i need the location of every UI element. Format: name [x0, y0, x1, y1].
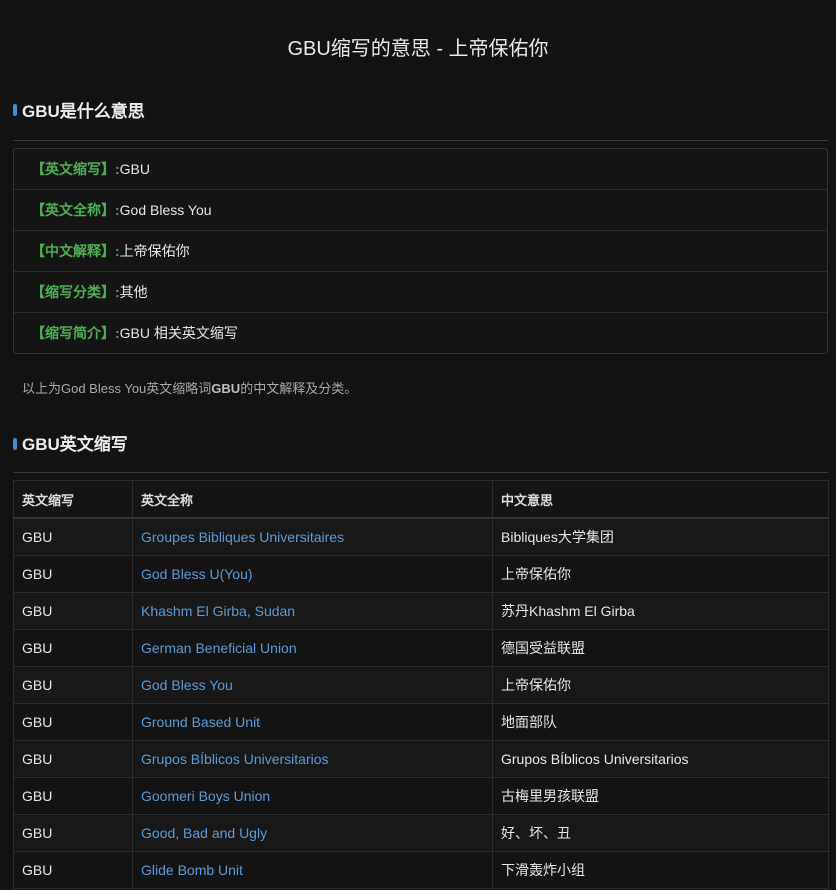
- summary-text: 以上为God Bless You英文缩略词GBU的中文解释及分类。: [22, 380, 357, 398]
- table-row: GBU God Bless You 上帝保佑你: [13, 666, 829, 704]
- cell-abbr: GBU: [13, 555, 133, 593]
- definition-row-abbr: 【英文缩写】 : GBU: [14, 149, 827, 190]
- page-title: GBU缩写的意思 - 上帝保佑你: [287, 38, 549, 60]
- cell-fullname-link[interactable]: God Bless You: [132, 666, 493, 704]
- cell-fullname-link[interactable]: Glide Bomb Unit: [132, 851, 493, 889]
- cell-meaning: 苏丹Khashm El Girba: [492, 592, 829, 630]
- table-row: GBU Khashm El Girba, Sudan 苏丹Khashm El G…: [13, 592, 829, 630]
- definition-row-category: 【缩写分类】 : 其他: [14, 272, 827, 313]
- summary-post: 的中文解释及分类。: [240, 381, 358, 396]
- cell-abbr: GBU: [13, 740, 133, 778]
- table-row: GBU Groupes Bibliques Universitaires Bib…: [13, 517, 829, 556]
- cell-abbr: GBU: [13, 517, 133, 556]
- summary-pre: 以上为God Bless You英文缩略词: [22, 381, 212, 396]
- definition-row-chinese: 【中文解释】 : 上帝保佑你: [14, 231, 827, 272]
- cell-meaning: Grupos BÍblicos Universitarios: [492, 740, 829, 778]
- section-accent-bar: [13, 438, 17, 450]
- cell-abbr: GBU: [13, 666, 133, 704]
- definition-value: GBU: [119, 161, 151, 177]
- cell-abbr: GBU: [13, 851, 133, 889]
- cell-fullname-link[interactable]: Ground Based Unit: [132, 703, 493, 741]
- table-row: GBU Ground Based Unit 地面部队: [13, 703, 829, 741]
- definition-label: 【中文解释】: [31, 243, 115, 259]
- cell-abbr: GBU: [13, 629, 133, 667]
- cell-fullname-link[interactable]: Good, Bad and Ugly: [132, 814, 493, 852]
- definition-value: 其他: [119, 284, 148, 300]
- cell-fullname-link[interactable]: German Beneficial Union: [132, 629, 493, 667]
- column-header-fullname: 英文全称: [132, 480, 493, 519]
- definition-value: 上帝保佑你: [119, 243, 190, 259]
- cell-meaning: Bibliques大学集团: [492, 517, 829, 556]
- cell-meaning: 德国受益联盟: [492, 629, 829, 667]
- summary-term: GBU: [211, 381, 241, 396]
- definition-label: 【缩写简介】: [31, 325, 115, 341]
- page: GBU缩写的意思 - 上帝保佑你 GBU是什么意思 【英文缩写】 : GBU 【…: [0, 0, 836, 890]
- cell-meaning: 下滑轰炸小组: [492, 851, 829, 889]
- section-accent-bar: [13, 104, 17, 116]
- cell-fullname-link[interactable]: God Bless U(You): [132, 555, 493, 593]
- divider: [13, 472, 828, 473]
- section-heading-meaning: GBU是什么意思: [22, 102, 145, 121]
- definition-row-intro: 【缩写简介】 : GBU 相关英文缩写: [14, 313, 827, 353]
- cell-meaning: 古梅里男孩联盟: [492, 777, 829, 815]
- cell-meaning: 好、坏、丑: [492, 814, 829, 852]
- definition-value: GBU 相关英文缩写: [119, 325, 238, 341]
- definition-label: 【英文全称】: [31, 202, 115, 218]
- cell-fullname-link[interactable]: Grupos BÍblicos Universitarios: [132, 740, 493, 778]
- cell-fullname-link[interactable]: Groupes Bibliques Universitaires: [132, 517, 493, 556]
- cell-meaning: 上帝保佑你: [492, 666, 829, 704]
- table-row: GBU Goomeri Boys Union 古梅里男孩联盟: [13, 777, 829, 815]
- table-row: GBU Good, Bad and Ugly 好、坏、丑: [13, 814, 829, 852]
- definition-box: 【英文缩写】 : GBU 【英文全称】 : God Bless You 【中文解…: [13, 148, 828, 354]
- column-header-abbr: 英文缩写: [13, 480, 133, 519]
- cell-meaning: 上帝保佑你: [492, 555, 829, 593]
- definition-label: 【缩写分类】: [31, 284, 115, 300]
- cell-abbr: GBU: [13, 703, 133, 741]
- cell-abbr: GBU: [13, 592, 133, 630]
- definition-value: God Bless You: [119, 202, 212, 218]
- cell-abbr: GBU: [13, 814, 133, 852]
- cell-meaning: 地面部队: [492, 703, 829, 741]
- definition-label: 【英文缩写】: [31, 161, 115, 177]
- cell-abbr: GBU: [13, 777, 133, 815]
- table-row: GBU Glide Bomb Unit 下滑轰炸小组: [13, 851, 829, 889]
- table-header-row: 英文缩写 英文全称 中文意思: [13, 480, 829, 519]
- cell-fullname-link[interactable]: Khashm El Girba, Sudan: [132, 592, 493, 630]
- divider: [13, 140, 828, 141]
- definition-row-fullname: 【英文全称】 : God Bless You: [14, 190, 827, 231]
- cell-fullname-link[interactable]: Goomeri Boys Union: [132, 777, 493, 815]
- table-row: GBU God Bless U(You) 上帝保佑你: [13, 555, 829, 593]
- section-heading-abbreviations: GBU英文缩写: [22, 435, 128, 454]
- column-header-meaning: 中文意思: [492, 480, 829, 519]
- table-row: GBU German Beneficial Union 德国受益联盟: [13, 629, 829, 667]
- abbreviation-table: 英文缩写 英文全称 中文意思 GBU Groupes Bibliques Uni…: [13, 480, 829, 889]
- table-row: GBU Grupos BÍblicos Universitarios Grupo…: [13, 740, 829, 778]
